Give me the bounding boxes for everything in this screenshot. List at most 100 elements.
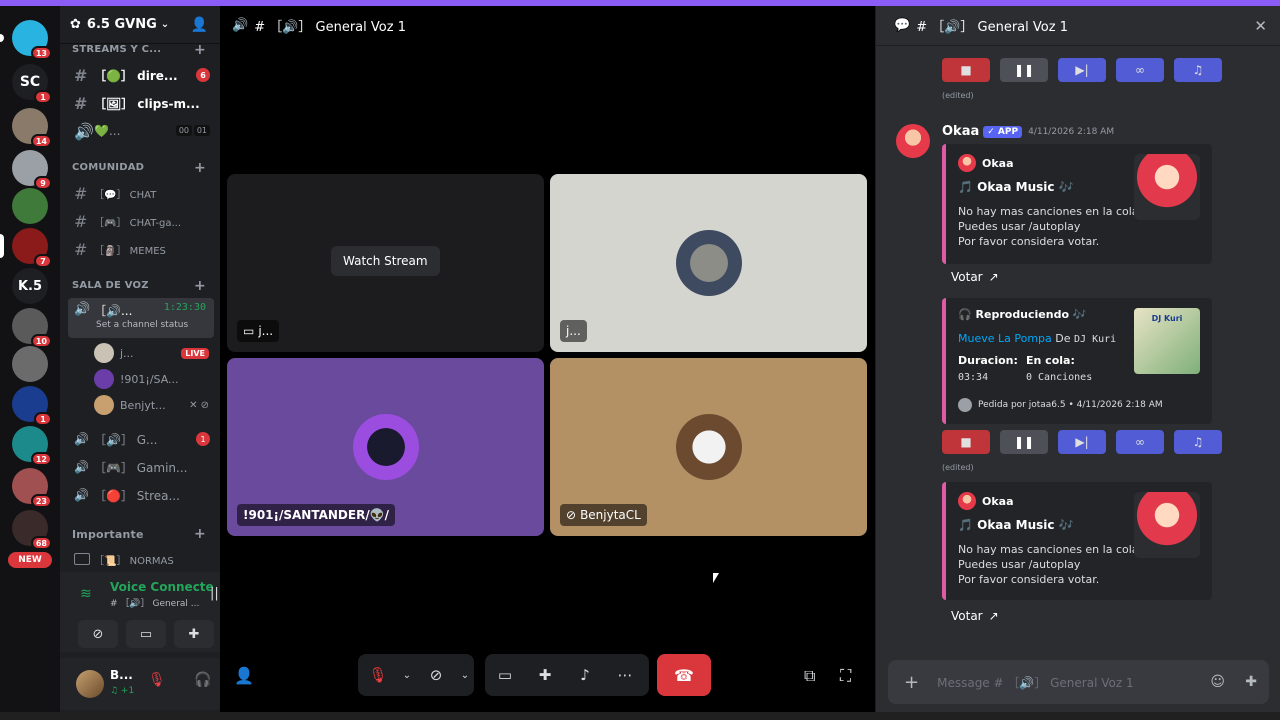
chevron-down-icon: ⌄ — [160, 19, 170, 30]
channel-voice-green[interactable]: 🔊 💚... 00 01 — [68, 118, 214, 144]
watch-stream-button[interactable]: Watch Stream — [331, 246, 440, 276]
avatar[interactable] — [896, 124, 930, 158]
channel-chat[interactable]: # ［💬］ CHAT — [68, 180, 214, 206]
channel-general-voz-active[interactable]: 🔊 ［🔊... 1:23:30 Set a channel status — [68, 298, 214, 338]
server-icon-12[interactable]: 23 — [12, 468, 52, 508]
add-channel-icon[interactable]: + — [194, 160, 206, 176]
add-attachment-icon[interactable]: + — [904, 672, 919, 693]
category-comunidad[interactable]: COMUNIDAD + — [72, 160, 206, 176]
text-channel-icon: # — [74, 65, 88, 85]
speaker-icon: 🔊 — [74, 432, 89, 446]
server-icon-11[interactable]: 12 — [12, 426, 52, 466]
server-icon-3[interactable]: 14 — [12, 108, 52, 148]
mic-muted-icon[interactable]: 🎙 — [148, 672, 166, 688]
apps-icon[interactable]: ✚ — [1245, 674, 1257, 690]
avatar — [352, 414, 419, 480]
share-screen-button[interactable]: ▭ — [485, 654, 525, 696]
guild-icon: ✿ — [70, 17, 81, 32]
fullscreen-icon[interactable]: ⛶ — [840, 666, 851, 686]
server-icon-1[interactable]: 13 — [0, 20, 52, 60]
chevron-down-icon[interactable]: ⌄ — [456, 654, 474, 696]
tile-label: ⊘ BenjytaCL — [560, 504, 647, 526]
channel-chat-gaming[interactable]: # ［🎮］ CHAT-ga... — [68, 208, 214, 234]
avatar — [958, 154, 976, 172]
popout-icon[interactable]: ⧉ — [804, 666, 815, 686]
invite-icon[interactable]: 👤 — [191, 17, 208, 33]
avatar[interactable] — [76, 670, 104, 698]
skip-button[interactable]: ▶| — [1058, 430, 1106, 454]
voice-user-3[interactable]: Benjyt... ✕ ⊘ — [94, 394, 209, 416]
server-icon-9[interactable] — [12, 346, 48, 382]
signal-icon[interactable]: ≋ — [80, 586, 92, 602]
mic-cam-controls: 🎙 ⌄ ⊘ ⌄ — [358, 654, 474, 696]
voice-user-2[interactable]: !901¡/SA... — [94, 368, 209, 390]
channel-g[interactable]: 🔊 ［🔊］ G... 1 — [68, 426, 214, 452]
user-tile-benjytacl[interactable]: ⊘ BenjytaCL — [550, 358, 867, 536]
server-icon-10[interactable]: 1 — [12, 386, 52, 426]
pause-button[interactable]: ❚❚ — [1000, 58, 1048, 82]
server-icon-k5[interactable]: K.5 — [12, 268, 48, 304]
message-input[interactable]: + Message # ［🔊］ General Voz 1 ☺ ✚ — [888, 660, 1269, 704]
loop-button[interactable]: ∞ — [1116, 58, 1164, 82]
embed-thumbnail — [1134, 492, 1200, 558]
server-icon-5[interactable] — [12, 188, 48, 224]
channel-sidebar: ✿ 6.5 GVNG ⌄ 👤 STREAMS Y C... + # ［🟢］ dire… — [60, 6, 280, 720]
hang-up-button[interactable]: ☎ — [657, 654, 711, 696]
channel-streams[interactable]: 🔊 ［🔴］ Strea... — [68, 482, 214, 508]
user-tile-santander[interactable]: !901¡/SANTANDER/👽/ — [227, 358, 544, 536]
mic-muted-button[interactable]: 🎙 — [358, 654, 398, 696]
autoplay-button[interactable]: ♫ — [1174, 58, 1222, 82]
text-channel-icon: # — [74, 93, 88, 113]
server-icon-6[interactable]: 7 — [0, 228, 52, 268]
skip-button[interactable]: ▶| — [1058, 58, 1106, 82]
voice-user-1[interactable]: j... LIVE — [94, 342, 209, 364]
embed-now-playing: 🎧 Reproduciendo 🎶 Mueve La Pompa De DJ K… — [942, 298, 1212, 424]
user-tile-j[interactable]: j... — [550, 174, 867, 352]
share-screen-button[interactable]: ▭ — [126, 620, 166, 648]
activities-button[interactable]: ✚ — [174, 620, 214, 648]
emoji-icon[interactable]: ☺ — [1210, 674, 1225, 690]
server-icon-8[interactable]: 10 — [12, 308, 52, 348]
channel-clips[interactable]: # ［🖼］ clips-m... — [68, 90, 214, 116]
invite-user-icon[interactable]: 👤 — [234, 666, 254, 685]
category-sala-de-voz[interactable]: SALA DE VOZ + — [72, 278, 206, 294]
avatar — [94, 369, 114, 389]
channel-dire[interactable]: # ［🟢］ dire... 6 — [68, 62, 214, 88]
mouse-cursor — [713, 573, 719, 583]
channel-gaming[interactable]: 🔊 ［🎮］ Gamin... — [68, 454, 214, 480]
close-icon[interactable]: ✕ — [1254, 17, 1267, 35]
server-icon-sc[interactable]: SC 1 — [12, 64, 52, 104]
chevron-down-icon[interactable]: ⌄ — [398, 654, 416, 696]
chat-bubble-icon: 💬 — [894, 18, 911, 33]
server-icon-13[interactable]: 68 — [12, 510, 52, 550]
speaker-icon: 🔊 — [74, 460, 89, 474]
vote-button[interactable]: Votar ↗ — [951, 270, 999, 284]
channel-memes[interactable]: # ［🗿］ MEMES — [68, 236, 214, 262]
headphones-muted-icon[interactable]: 🎧 — [194, 672, 211, 688]
server-icon-4[interactable]: 9 — [12, 150, 52, 190]
pause-button[interactable]: ❚❚ — [1000, 430, 1048, 454]
channel-normas[interactable]: ［📜］ NORMAS — [68, 546, 214, 572]
loop-button[interactable]: ∞ — [1116, 430, 1164, 454]
guild-header[interactable]: ✿ 6.5 GVNG ⌄ 👤 — [60, 6, 220, 44]
stop-button[interactable]: ■ — [942, 430, 990, 454]
vote-button[interactable]: Votar ↗ — [951, 609, 999, 623]
text-channel-icon: # — [74, 239, 88, 259]
stream-tile[interactable]: Watch Stream ▭ j... — [227, 174, 544, 352]
add-channel-icon[interactable]: + — [194, 42, 206, 58]
stop-button[interactable]: ■ — [942, 58, 990, 82]
embed-thumbnail — [1134, 154, 1200, 220]
category-streams[interactable]: STREAMS Y C... + — [72, 42, 206, 58]
server-list: 13 SC 1 14 9 7 K.5 10 1 12 23 68 NEW — [0, 6, 60, 720]
activities-button[interactable]: ✚ — [525, 654, 565, 696]
category-importante[interactable]: Importante + — [72, 526, 206, 542]
voice-stage: 🔊 # ［🔊］ General Voz 1 Watch Stream ▭ j...… — [220, 6, 875, 720]
camera-off-button[interactable]: ⊘ — [78, 620, 118, 648]
avatar — [675, 230, 742, 296]
autoplay-button[interactable]: ♫ — [1174, 430, 1222, 454]
camera-off-button[interactable]: ⊘ — [416, 654, 456, 696]
more-options-button[interactable]: ⋯ — [605, 654, 645, 696]
soundboard-button[interactable]: ♪ — [565, 654, 605, 696]
add-channel-icon[interactable]: + — [194, 278, 206, 294]
add-channel-icon[interactable]: + — [194, 526, 206, 542]
